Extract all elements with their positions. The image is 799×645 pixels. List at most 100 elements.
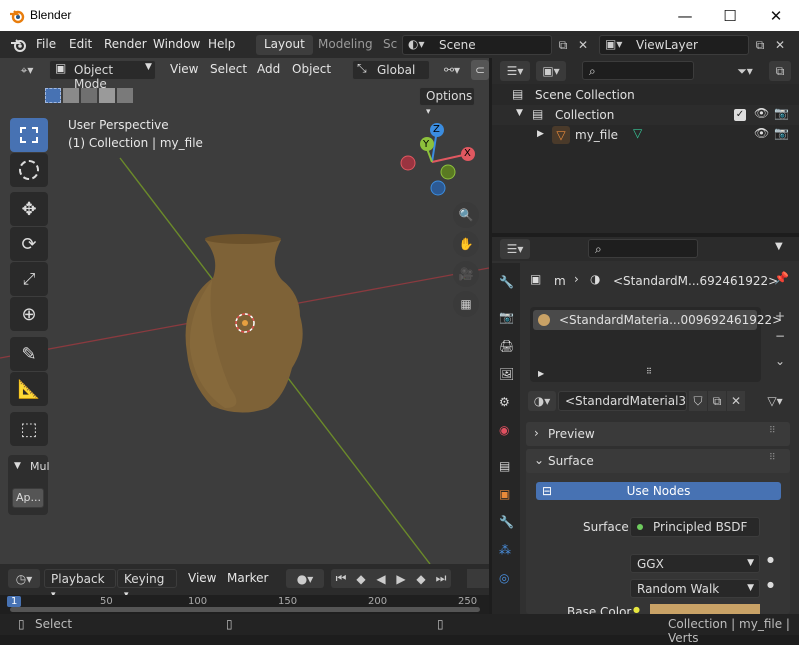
menu-help[interactable]: Help (208, 37, 235, 51)
eye-icon[interactable]: 👁 (754, 126, 769, 140)
use-nodes-button[interactable]: ⊟ Use Nodes (536, 482, 781, 500)
tab-modeling[interactable]: Modeling (310, 35, 381, 55)
scene-selector[interactable]: Scene (402, 35, 552, 55)
chevron-down-icon[interactable]: ▼ (775, 241, 783, 252)
camera-icon[interactable]: 📷 (774, 126, 789, 140)
mesh-data-icon[interactable]: ▽ (633, 126, 642, 140)
outliner-row-collection[interactable]: ▼ ▤ Collection ✓ 👁 📷 (492, 105, 799, 125)
timeline-menu-marker[interactable]: Marker (227, 571, 268, 585)
pan-button[interactable]: ✋ (453, 231, 479, 257)
outliner-row-object[interactable]: ▶ ▽ my_file ▽ 👁 📷 (492, 125, 799, 145)
outliner-editor-type[interactable]: ☰▾ (500, 61, 530, 81)
select-new-icon[interactable] (45, 88, 61, 103)
outliner-search-input[interactable]: ⌕ (582, 61, 694, 80)
resize-handle-icon[interactable]: ⠿ (646, 367, 652, 376)
3d-viewport[interactable]: ⌖▾ Object Mode ▣ ▼ View Select Add Objec… (0, 58, 489, 564)
remove-slot-button[interactable]: − (771, 327, 789, 345)
options-dropdown[interactable]: Options ▾ (419, 87, 475, 117)
playback-menu[interactable]: Playback ▾ (44, 569, 116, 600)
play-icon[interactable]: ▶ (391, 569, 411, 588)
timeline-editor-type[interactable]: ◷▾ (8, 569, 40, 588)
tool-cursor[interactable] (10, 153, 48, 187)
timeline-ruler[interactable]: 1 50 100 150 200 250 (0, 595, 489, 614)
tool-select-box[interactable] (10, 118, 48, 152)
output-tab-icon[interactable]: 🖨 (499, 339, 514, 353)
blender-menu-icon[interactable] (10, 37, 28, 53)
new-collection-button[interactable]: ⧉ (769, 61, 791, 81)
tool-scale[interactable]: ⤢ (10, 262, 48, 296)
minimize-button[interactable]: — (662, 0, 708, 31)
tool-annotate[interactable]: ✎ (10, 337, 48, 371)
apply-button[interactable]: Ap... (12, 488, 44, 508)
tool-add-cube[interactable]: ⬚ (10, 412, 48, 446)
particles-tab-icon[interactable]: ⁂ (499, 543, 511, 557)
duplicate-material-button[interactable]: ⧉ (708, 391, 726, 411)
material-name-field[interactable]: <StandardMaterial3D... (558, 391, 687, 411)
physics-tab-icon[interactable]: ◎ (499, 571, 509, 585)
pin-icon[interactable]: 📌 (774, 271, 789, 285)
menu-select[interactable]: Select (210, 62, 247, 76)
timeline-scrollbar[interactable] (10, 607, 480, 612)
editor-type-button[interactable]: ⌖▾ (10, 60, 44, 80)
frame-field[interactable] (467, 569, 489, 588)
keying-menu[interactable]: Keying ▾ (117, 569, 177, 600)
menu-render[interactable]: Render (104, 37, 147, 51)
projection-toggle-button[interactable]: ▦ (453, 291, 479, 317)
jump-start-icon[interactable]: ⏮ (331, 569, 351, 588)
menu-edit[interactable]: Edit (69, 37, 92, 51)
select-invert-icon[interactable] (99, 88, 115, 103)
camera-icon[interactable]: 📷 (774, 106, 789, 120)
menu-view[interactable]: View (170, 62, 198, 76)
filter-button[interactable]: ⏷▾ (733, 61, 757, 81)
link-type-button[interactable]: ▽▾ (760, 391, 790, 411)
menu-window[interactable]: Window (153, 37, 200, 51)
next-keyframe-icon[interactable]: ◆ (411, 569, 431, 588)
chevron-right-icon[interactable]: ▶ (537, 129, 544, 139)
exclude-checkbox[interactable]: ✓ (734, 109, 746, 121)
slot-specials-button[interactable]: ⌄ (771, 352, 789, 370)
browse-material-button[interactable]: ◑▾ (528, 391, 556, 411)
distribution-dropdown[interactable]: GGX ▼ (630, 554, 760, 573)
jump-end-icon[interactable]: ⏭ (431, 569, 451, 588)
modifier-tab-icon[interactable]: 🔧 (499, 515, 514, 529)
unlink-material-button[interactable]: ✕ (727, 391, 745, 411)
preview-panel-header[interactable]: › Preview ⠿ (526, 422, 790, 446)
delete-scene-button[interactable]: ✕ (574, 35, 592, 55)
tool-measure[interactable]: 📐 (10, 372, 48, 406)
eye-icon[interactable]: 👁 (754, 106, 769, 120)
chevron-right-icon[interactable]: ▶ (538, 369, 544, 378)
menu-file[interactable]: File (36, 37, 56, 51)
scene-tab-icon[interactable]: ⚙ (499, 395, 510, 409)
current-frame-indicator[interactable]: 1 (7, 596, 22, 607)
new-view-layer-button[interactable]: ⧉ (751, 35, 769, 55)
display-mode-selector[interactable]: ▣▾ (536, 61, 566, 81)
object-tab-icon[interactable]: ▣ (499, 487, 510, 501)
properties-editor-type[interactable]: ☰▾ (500, 239, 530, 259)
chevron-down-icon[interactable]: ▼ (516, 108, 523, 118)
chevron-down-icon[interactable]: ▼ (14, 461, 21, 471)
view-layer-tab-icon[interactable]: 🖼 (499, 367, 514, 381)
close-window-button[interactable]: ✕ (753, 0, 799, 31)
snap-toggle[interactable]: ⊂ (471, 60, 489, 80)
camera-view-button[interactable]: 🎥 (453, 261, 479, 287)
properties-search-input[interactable]: ⌕ (588, 239, 698, 258)
maximize-button[interactable]: ☐ (707, 0, 753, 31)
tool-rotate[interactable]: ⟳ (10, 227, 48, 261)
timeline-menu-view[interactable]: View (188, 571, 216, 585)
fake-user-button[interactable]: ⛉ (689, 391, 707, 411)
menu-add[interactable]: Add (257, 62, 280, 76)
collection-tab-icon[interactable]: ▤ (499, 459, 510, 473)
zoom-button[interactable]: 🔍 (453, 202, 479, 228)
play-reverse-icon[interactable]: ◀ (371, 569, 391, 588)
surface-shader-field[interactable]: Principled BSDF (630, 517, 760, 537)
drag-handle-icon[interactable]: ⠿ (769, 453, 776, 463)
material-slot-row[interactable]: <StandardMateria...009692461922> (533, 310, 782, 330)
record-toggle[interactable]: ●▾ (286, 569, 324, 588)
world-tab-icon[interactable]: ◉ (499, 423, 509, 437)
base-color-swatch[interactable] (650, 604, 760, 614)
tool-tab-icon[interactable]: 🔧 (499, 275, 514, 289)
pivot-selector[interactable]: ⚯▾ (436, 60, 468, 80)
outliner-row-scene-collection[interactable]: ▤ Scene Collection (492, 85, 799, 105)
menu-object[interactable]: Object (292, 62, 331, 76)
select-intersect-icon[interactable] (117, 88, 133, 103)
